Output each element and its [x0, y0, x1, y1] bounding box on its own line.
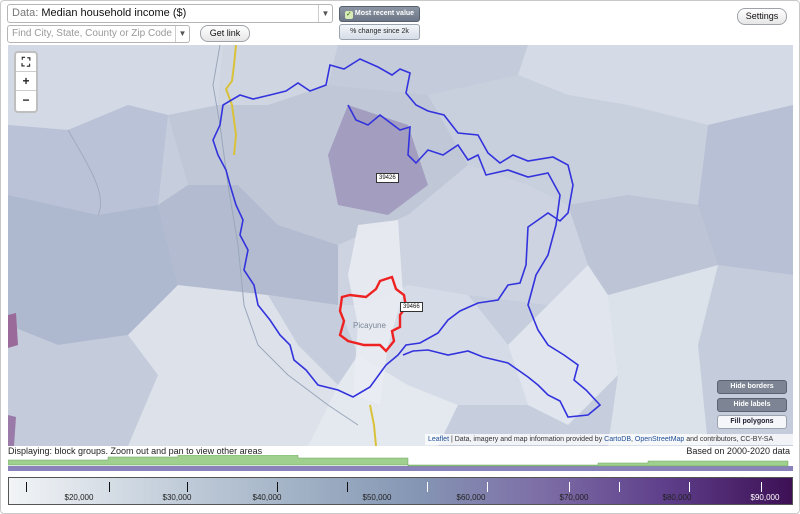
data-select-label: Data:: [12, 7, 39, 19]
histogram: [8, 455, 793, 471]
chevron-down-icon[interactable]: ▼: [175, 26, 189, 42]
chevron-down-icon[interactable]: ▼: [318, 5, 332, 22]
legend-label: $90,000: [750, 493, 780, 502]
attribution-end: and contributors, CC-BY-SA: [684, 436, 774, 443]
cartodb-link[interactable]: CartoDB: [604, 436, 631, 443]
legend-tick: [277, 482, 278, 492]
map-canvas[interactable]: 39426 39466 Picayune: [8, 45, 793, 446]
zoom-control: ⛶ + −: [14, 51, 38, 113]
search-placeholder: Find City, State, County or Zip Code: [12, 28, 172, 39]
city-label: Picayune: [353, 321, 386, 330]
legend-tick: [689, 482, 690, 492]
legend-label: $60,000: [456, 493, 486, 502]
fullscreen-icon[interactable]: ⛶: [16, 53, 36, 72]
search-input[interactable]: Find City, State, County or Zip Code ▼: [7, 25, 190, 43]
map-layer: [8, 45, 793, 446]
legend-tick: [619, 482, 620, 492]
legend-tick: [427, 482, 428, 492]
legend-tick: [26, 482, 27, 492]
legend-tick: [109, 482, 110, 492]
zip-label: 39426: [376, 173, 399, 183]
zoom-out-button[interactable]: −: [16, 91, 36, 110]
most-recent-toggle[interactable]: ✓ Most recent value: [339, 6, 420, 22]
legend-tick: [569, 482, 570, 492]
legend-tick: [487, 482, 488, 492]
hide-labels-button[interactable]: Hide labels: [717, 398, 787, 412]
data-select[interactable]: Data: Median household income ($) ▼: [7, 4, 333, 23]
zip-label: 39466: [400, 302, 423, 312]
legend-scale: $20,000 $30,000 $40,000 $50,000 $60,000 …: [8, 477, 793, 505]
legend-label: $40,000: [252, 493, 282, 502]
legend-label: $70,000: [559, 493, 589, 502]
legend-label: $50,000: [362, 493, 392, 502]
most-recent-label: Most recent value: [354, 10, 415, 17]
change-since-toggle[interactable]: % change since 2k: [339, 24, 420, 40]
check-icon: ✓: [344, 11, 353, 19]
legend-label: $80,000: [662, 493, 692, 502]
osm-link[interactable]: OpenStreetMap: [635, 436, 684, 443]
data-select-value: Median household income ($): [41, 7, 187, 19]
zoom-in-button[interactable]: +: [16, 72, 36, 91]
get-link-button[interactable]: Get link: [200, 25, 250, 42]
attribution-text: | Data, imagery and map information prov…: [449, 436, 605, 443]
legend-tick: [187, 482, 188, 492]
fill-polygons-button[interactable]: Fill polygons: [717, 415, 787, 429]
legend-label: $20,000: [64, 493, 94, 502]
legend-tick: [347, 482, 348, 492]
leaflet-link[interactable]: Leaflet: [428, 436, 449, 443]
map-attribution: Leaflet | Data, imagery and map informat…: [425, 434, 793, 445]
settings-button[interactable]: Settings: [737, 8, 787, 25]
hide-borders-button[interactable]: Hide borders: [717, 380, 787, 394]
legend-tick: [761, 482, 762, 492]
legend-label: $30,000: [162, 493, 192, 502]
